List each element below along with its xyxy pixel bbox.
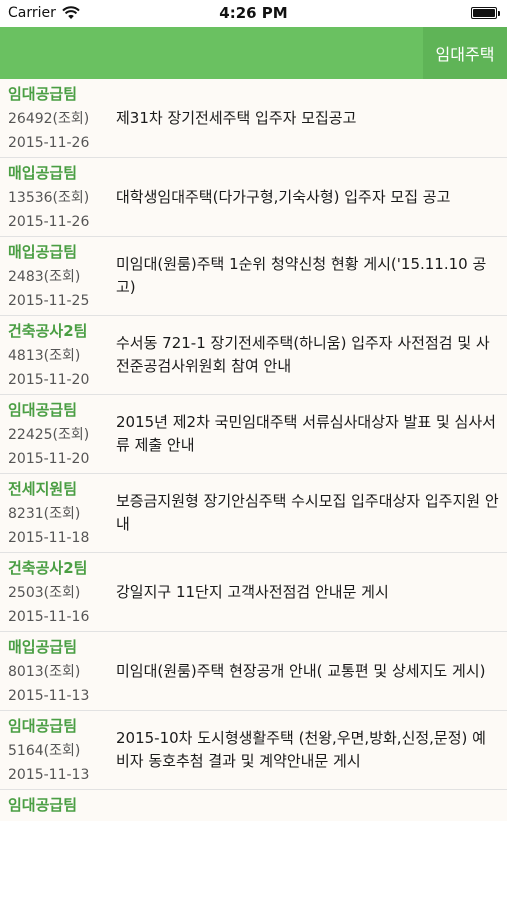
list-item[interactable]: 건축공사2팀 2503(조회) 2015-11-16 강일지구 11단지 고객사전점검… (0, 553, 507, 632)
view-count: 4813(조회) (8, 347, 81, 364)
status-bar: Carrier 4:26 PM (0, 0, 507, 27)
post-date: 2015-11-18 (8, 530, 90, 546)
team-name: 매입공급팀 (8, 638, 78, 656)
notice-meta: 매입공급팀 2483(조회) 2015-11-25 (0, 237, 108, 315)
battery-level (473, 9, 495, 17)
view-count: 5164(조회) (8, 742, 81, 759)
notice-title: 제31차 장기전세주택 입주자 모집공고 (116, 108, 357, 127)
notice-title: 강일지구 11단지 고객사전점검 안내문 게시 (116, 582, 389, 601)
post-date: 2015-11-20 (8, 451, 90, 467)
view-count: 8231(조회) (8, 505, 81, 522)
empty-area (0, 821, 507, 900)
list-item[interactable]: 임대공급팀 22425(조회) 2015-11-20 2015년 제2차 국민임대주택… (0, 395, 507, 474)
team-name: 임대공급팀 (8, 85, 78, 103)
notice-title: 대학생임대주택(다가구형,기숙사형) 입주자 모집 공고 (116, 187, 451, 206)
list-item[interactable]: 임대공급팀 2015년 공공리모델링 재개발임대주택(2015.10.16 (0, 790, 507, 821)
list-item[interactable]: 임대공급팀 5164(조회) 2015-11-13 2015-10차 도시형생활주택 … (0, 711, 507, 790)
team-name: 임대공급팀 (8, 796, 78, 814)
notice-meta: 임대공급팀 22425(조회) 2015-11-20 (0, 395, 108, 473)
notice-meta: 매입공급팀 8013(조회) 2015-11-13 (0, 632, 108, 710)
list-item[interactable]: 임대공급팀 26492(조회) 2015-11-26 제31차 장기전세주택 입주자 … (0, 79, 507, 158)
post-date: 2015-11-13 (8, 767, 90, 783)
view-count: 26492(조회) (8, 110, 90, 127)
team-name: 건축공사2팀 (8, 559, 88, 577)
status-time: 4:26 PM (219, 4, 288, 22)
view-count: 22425(조회) (8, 426, 90, 443)
notice-title: 2015-10차 도시형생활주택 (천왕,우면,방화,신정,문정) 예비자 동호… (116, 729, 486, 770)
view-count: 8013(조회) (8, 663, 81, 680)
notice-title: 2015년 공공리모델링 재개발임대주택(2015.10.16 (108, 790, 507, 822)
notice-title: 수서동 721-1 장기전세주택(하니움) 입주자 사전점검 및 사전준공검사위… (116, 334, 490, 375)
team-name: 전세지원팀 (8, 480, 78, 498)
list-item[interactable]: 매입공급팀 8013(조회) 2015-11-13 미임대(원룸)주택 현장공개 안내… (0, 632, 507, 711)
notice-meta: 임대공급팀 (0, 790, 108, 821)
list-item[interactable]: 매입공급팀 2483(조회) 2015-11-25 미임대(원룸)주택 1순위 청약신… (0, 237, 507, 316)
team-name: 매입공급팀 (8, 164, 78, 182)
team-name: 임대공급팀 (8, 401, 78, 419)
notice-meta: 매입공급팀 13536(조회) 2015-11-26 (0, 158, 108, 236)
view-count: 13536(조회) (8, 189, 90, 206)
notice-meta: 임대공급팀 26492(조회) 2015-11-26 (0, 79, 108, 157)
notice-title: 미임대(원룸)주택 현장공개 안내( 교통편 및 상세지도 게시) (116, 661, 486, 680)
notice-meta: 전세지원팀 8231(조회) 2015-11-18 (0, 474, 108, 552)
team-name: 매입공급팀 (8, 243, 78, 261)
battery-icon (471, 7, 500, 19)
notice-meta: 건축공사2팀 2503(조회) 2015-11-16 (0, 553, 108, 631)
view-count: 2483(조회) (8, 268, 81, 285)
team-name: 건축공사2팀 (8, 322, 88, 340)
post-date: 2015-11-13 (8, 688, 90, 704)
notice-title: 미임대(원룸)주택 1순위 청약신청 현황 게시('15.11.10 공고) (116, 255, 487, 296)
list-item[interactable]: 전세지원팀 8231(조회) 2015-11-18 보증금지원형 장기안심주택 수시모… (0, 474, 507, 553)
list-item[interactable]: 매입공급팀 13536(조회) 2015-11-26 대학생임대주택(다가구형,기숙사… (0, 158, 507, 237)
post-date: 2015-11-25 (8, 293, 90, 309)
notice-meta: 임대공급팀 5164(조회) 2015-11-13 (0, 711, 108, 789)
notice-title: 보증금지원형 장기안심주택 수시모집 입주대상자 입주지원 안내 (116, 492, 499, 533)
notice-meta: 건축공사2팀 4813(조회) 2015-11-20 (0, 316, 108, 394)
notice-title: 2015년 제2차 국민임대주택 서류심사대상자 발표 및 심사서류 제출 안내 (116, 413, 496, 454)
notice-list[interactable]: 임대공급팀 26492(조회) 2015-11-26 제31차 장기전세주택 입주자 … (0, 79, 507, 821)
team-name: 임대공급팀 (8, 717, 78, 735)
list-item[interactable]: 건축공사2팀 4813(조회) 2015-11-20 수서동 721-1 장기전세주택… (0, 316, 507, 395)
post-date: 2015-11-26 (8, 214, 90, 230)
nav-bar: 임대주택 (0, 27, 507, 79)
post-date: 2015-11-20 (8, 372, 90, 388)
post-date: 2015-11-16 (8, 609, 90, 625)
view-count: 2503(조회) (8, 584, 81, 601)
rental-housing-button[interactable]: 임대주택 (423, 27, 507, 79)
post-date: 2015-11-26 (8, 135, 90, 151)
